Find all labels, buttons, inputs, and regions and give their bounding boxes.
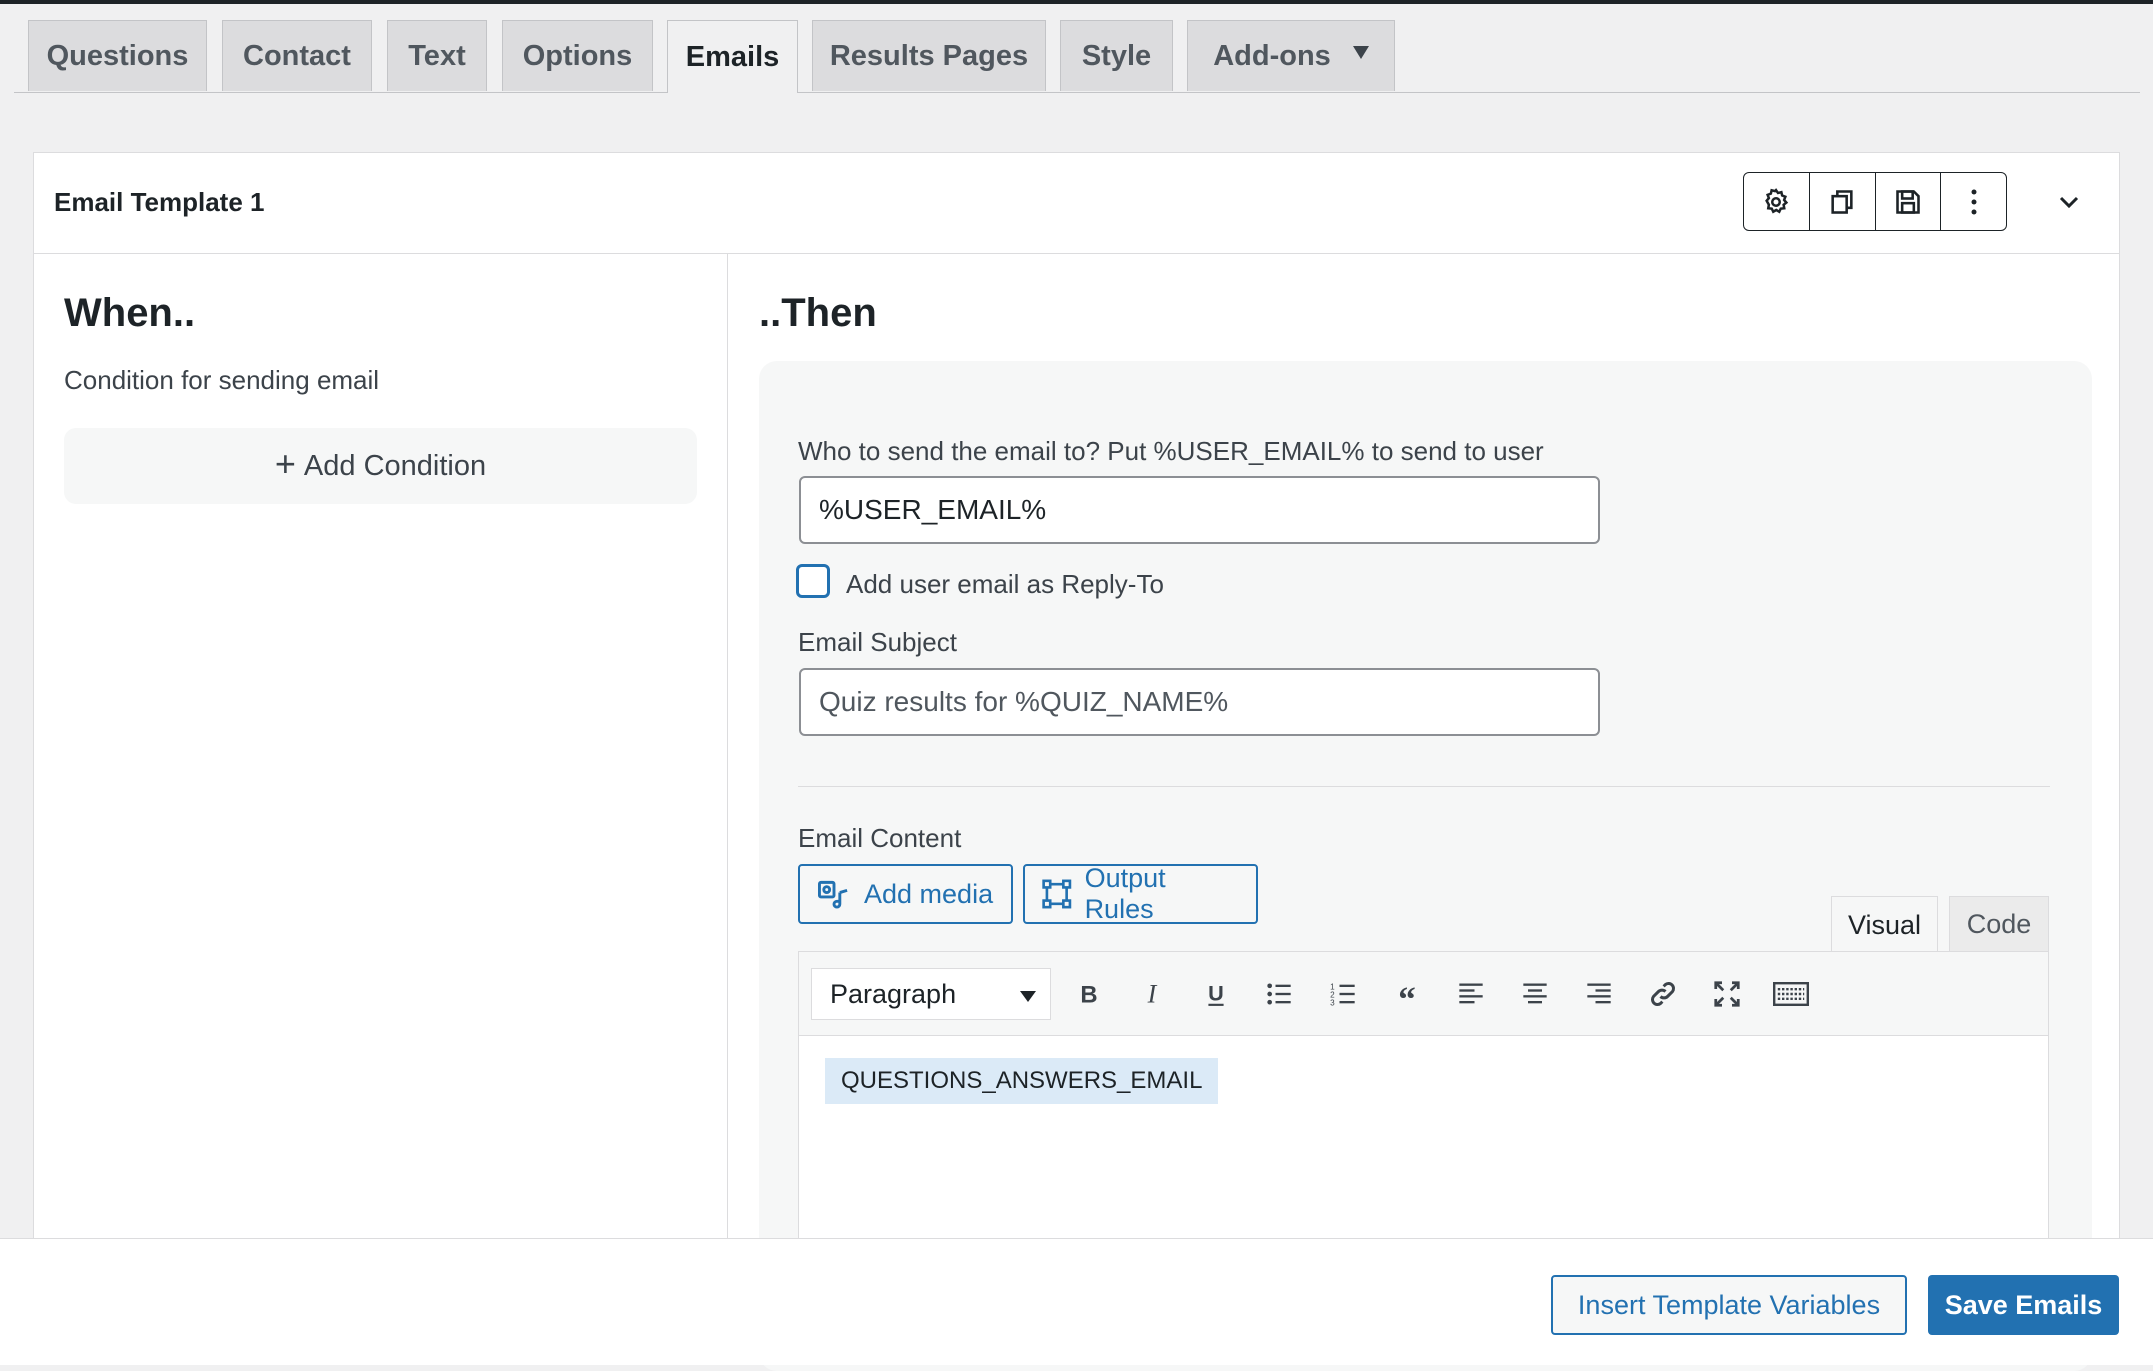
bullet-list-icon: [1267, 983, 1291, 1005]
blockquote-button[interactable]: “: [1385, 972, 1429, 1016]
tab-add-ons[interactable]: Add-ons: [1187, 20, 1395, 91]
section-divider: [798, 786, 2050, 787]
subject-label: Email Subject: [798, 627, 957, 657]
svg-text:3: 3: [1330, 999, 1335, 1008]
numbered-list-button[interactable]: 1 2 3: [1321, 972, 1365, 1016]
link-button[interactable]: [1641, 972, 1685, 1016]
blockquote-icon: “: [1398, 980, 1416, 1008]
add-condition-button[interactable]: + Add Condition: [64, 428, 697, 504]
tab-add-ons-label: Add-ons: [1213, 39, 1331, 72]
toolbar-toggle-button[interactable]: [1769, 972, 1813, 1016]
save-icon: [1896, 189, 1920, 214]
footer-bar: Insert Template Variables Save Emails: [0, 1238, 2153, 1365]
tab-questions[interactable]: Questions: [28, 20, 207, 91]
gear-icon: [1765, 187, 1789, 214]
svg-text:“: “: [1398, 980, 1416, 1008]
align-left-icon: [1459, 983, 1483, 1004]
fullscreen-button[interactable]: [1705, 972, 1749, 1016]
tab-visual[interactable]: Visual: [1831, 896, 1938, 954]
numbered-list-icon: 1 2 3: [1330, 982, 1355, 1008]
plus-icon: +: [274, 443, 296, 484]
when-heading: When..: [64, 291, 196, 335]
underline-button[interactable]: U: [1194, 972, 1238, 1016]
template-actions-group: [1743, 172, 2007, 231]
format-select-value: Paragraph: [830, 978, 957, 1009]
italic-button[interactable]: I: [1130, 972, 1174, 1016]
admin-top-bar: [0, 0, 2153, 4]
tab-bar: Questions Contact Text Options Emails Re…: [14, 18, 2140, 93]
italic-icon: I: [1147, 980, 1158, 1008]
when-subtitle: Condition for sending email: [64, 365, 380, 395]
align-center-button[interactable]: [1513, 972, 1557, 1016]
align-left-button[interactable]: [1449, 972, 1493, 1016]
editor-toolbar: Paragraph B I U 1 2 3 “: [799, 952, 2048, 1036]
tab-text[interactable]: Text: [387, 20, 487, 91]
bold-icon: B: [1080, 982, 1097, 1008]
add-media-label: Add media: [864, 878, 994, 909]
add-media-icon: [817, 880, 848, 909]
svg-text:U: U: [1208, 981, 1224, 1006]
align-center-icon: [1523, 983, 1547, 1004]
caret-down-icon: [1352, 45, 1369, 59]
reply-to-label: Add user email as Reply-To: [846, 569, 1164, 599]
more-vertical-icon: [1971, 189, 1977, 214]
dropdown-arrow-icon: [1020, 991, 1036, 1002]
insert-template-variables-button[interactable]: Insert Template Variables: [1551, 1275, 1907, 1335]
align-right-icon: [1587, 983, 1611, 1004]
bullet-list-button[interactable]: [1257, 972, 1301, 1016]
recipient-label: Who to send the email to? Put %USER_EMAI…: [798, 436, 1544, 466]
output-rules-icon: [1042, 879, 1072, 909]
reply-to-checkbox[interactable]: [796, 564, 830, 598]
then-heading: ..Then: [759, 291, 877, 335]
underline-icon: U: [1208, 981, 1224, 1006]
subject-input[interactable]: [799, 668, 1600, 736]
output-rules-button[interactable]: Output Rules: [1023, 863, 1258, 924]
add-condition-label: Add Condition: [303, 449, 487, 482]
template-variable-tag[interactable]: QUESTIONS_ANSWERS_EMAIL: [825, 1058, 1219, 1104]
output-rules-label: Output Rules: [1084, 863, 1166, 924]
add-media-button[interactable]: Add media: [798, 864, 1013, 924]
align-right-button[interactable]: [1577, 972, 1621, 1016]
format-select[interactable]: Paragraph: [811, 968, 1051, 1020]
collapse-button[interactable]: [2048, 181, 2090, 223]
duplicate-icon: [1831, 189, 1853, 214]
keyboard-icon: [1773, 982, 1809, 1006]
tab-code[interactable]: Code: [1949, 896, 2049, 952]
column-divider: [727, 253, 728, 1365]
email-template-header: Email Template 1: [34, 153, 2119, 254]
fullscreen-icon: [1714, 981, 1740, 1007]
svg-text:I: I: [1147, 980, 1158, 1008]
bold-button[interactable]: B: [1067, 972, 1111, 1016]
more-options-button[interactable]: [1941, 173, 2006, 230]
link-icon: [1651, 982, 1675, 1006]
tab-style[interactable]: Style: [1060, 20, 1173, 91]
email-template-title: Email Template 1: [54, 187, 265, 217]
tab-contact[interactable]: Contact: [222, 20, 372, 91]
duplicate-button[interactable]: [1810, 173, 1876, 230]
chevron-down-icon: [2059, 196, 2079, 209]
recipient-input[interactable]: [799, 476, 1600, 544]
content-label: Email Content: [798, 823, 962, 853]
save-template-button[interactable]: [1876, 173, 1942, 230]
tab-results-pages[interactable]: Results Pages: [812, 20, 1046, 91]
tab-emails[interactable]: Emails: [667, 20, 798, 93]
email-content-editor[interactable]: Paragraph B I U 1 2 3 “ QUESTIONS_ANSWER…: [798, 951, 2049, 1251]
save-emails-button[interactable]: Save Emails: [1928, 1275, 2119, 1335]
tab-options[interactable]: Options: [502, 20, 653, 91]
svg-text:B: B: [1080, 982, 1097, 1008]
settings-button[interactable]: [1744, 173, 1810, 230]
